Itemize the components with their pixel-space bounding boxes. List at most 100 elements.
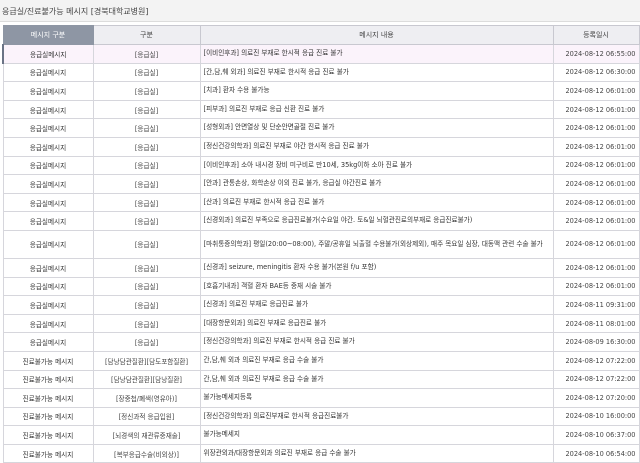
message-content-cell: 간,담,췌 외과 의료진 부재로 응급 수술 불가 [199, 350, 554, 371]
registered-at-cell: 2024-08-12 06:01:00 [552, 136, 640, 157]
message-content-cell: [치과] 환자 수용 불가능 [199, 81, 554, 101]
column-header-message-type[interactable]: 메시지 구분 [2, 25, 94, 45]
table-row[interactable]: 응급실메시지 [응급실] [대장항문외과] 의료진 부재로 응급진료 불가 2024-… [2, 313, 640, 334]
table-row[interactable]: 응급실메시지 [응급실] [호흡기내과] 객혈 환자 BAE등 중재 시술 불가 20… [2, 276, 640, 297]
message-type-cell: 응급실메시지 [2, 192, 94, 213]
registered-at-cell: 2024-08-09 16:30:00 [552, 332, 640, 352]
category-cell: [응급실] [92, 99, 201, 120]
registered-at-cell: 2024-08-12 06:55:00 [552, 44, 640, 64]
message-content-cell: 불가능메세지등록 [199, 388, 554, 408]
category-cell: [응급실] [92, 136, 201, 157]
message-type-cell: 응급실메시지 [2, 62, 94, 83]
registered-at-cell: 2024-08-12 06:01:00 [552, 81, 640, 101]
table-row[interactable]: 응급실메시지 [응급실] [정신건강의학과] 의료진 부재로 야간 한시적 응급 진… [2, 136, 640, 157]
message-type-cell: 응급실메시지 [2, 229, 94, 259]
message-table: 메시지 구분 구분 메시지 내용 등록일시 응급실메시지 [응급실] [이비인후과]… [2, 25, 640, 463]
table-row[interactable]: 응급실메시지 [응급실] [신경외과] 의료진 부족으로 응급진료불가(수요일 야간… [2, 211, 640, 231]
table-row[interactable]: 진료불가능 메시지 [담낭담관질환][담낭질환] 간,담,췌 외과 의료진 부재로 … [2, 369, 640, 390]
table-row[interactable]: 진료불가능 메시지 [정신과적 응급입원] [정신건강의학과] 의료진부재로 한시적… [2, 406, 640, 427]
registered-at-cell: 2024-08-12 06:01:00 [552, 155, 640, 176]
table-row[interactable]: 응급실메시지 [응급실] [이비인후과] 의료진 부재로 한시적 응급 진료 불가 2… [2, 44, 640, 64]
category-cell: [응급실] [92, 276, 201, 297]
registered-at-cell: 2024-08-12 06:30:00 [552, 62, 640, 83]
message-type-cell: 응급실메시지 [2, 44, 94, 64]
category-cell: [담낭담관질환][담낭질환] [92, 369, 201, 390]
table-row[interactable]: 응급실메시지 [응급실] [치과] 환자 수용 불가능 2024-08-12 06:0… [2, 81, 640, 101]
message-type-cell: 응급실메시지 [2, 257, 94, 278]
table-row[interactable]: 응급실메시지 [응급실] [간,담,췌 외과] 의료진 부재로 한시적 응급 진료 … [2, 62, 640, 83]
message-type-cell: 응급실메시지 [2, 276, 94, 297]
message-type-cell: 진료불가능 메시지 [2, 443, 94, 463]
message-type-cell: 응급실메시지 [2, 136, 94, 157]
message-content-cell: [대장항문외과] 의료진 부재로 응급진료 불가 [199, 313, 554, 334]
table-row[interactable]: 응급실메시지 [응급실] [정신건강의학과] 의료진 부재로 한시적 응급 진료 불… [2, 332, 640, 352]
message-content-cell: [안과] 관통손상, 화학손상 이외 진료 불가, 응급실 야간진료 불가 [199, 174, 554, 194]
table-row[interactable]: 진료불가능 메시지 [담낭담관질환][담도포함질환] 간,담,췌 외과 의료진 부재… [2, 350, 640, 371]
message-content-cell: [간,담,췌 외과] 의료진 부재로 한시적 응급 진료 불가 [199, 62, 554, 83]
registered-at-cell: 2024-08-10 06:54:00 [552, 443, 640, 463]
category-cell: [응급실] [92, 174, 201, 194]
message-content-cell: [피부과] 의료진 부재로 응급 신환 진료 불가 [199, 99, 554, 120]
message-content-cell: [정신건강의학과] 의료진 부재로 한시적 응급 진료 불가 [199, 332, 554, 352]
message-content-cell: [이비인후과] 소아 내시경 장비 미구비로 만10세, 35kg이하 소아 진… [199, 155, 554, 176]
message-type-cell: 응급실메시지 [2, 211, 94, 231]
table-header: 메시지 구분 구분 메시지 내용 등록일시 [2, 25, 640, 45]
category-cell: [응급실] [92, 229, 201, 259]
category-cell: [응급실] [92, 211, 201, 231]
registered-at-cell: 2024-08-12 06:01:00 [552, 174, 640, 194]
message-content-cell: [정신건강의학과] 의료진 부재로 야간 한시적 응급 진료 불가 [199, 136, 554, 157]
table-row[interactable]: 응급실메시지 [응급실] [피부과] 의료진 부재로 응급 신환 진료 불가 2024… [2, 99, 640, 120]
registered-at-cell: 2024-08-12 06:01:00 [552, 276, 640, 297]
registered-at-cell: 2024-08-12 07:22:00 [552, 350, 640, 371]
category-cell: [정신과적 응급입원] [92, 406, 201, 427]
category-cell: [응급실] [92, 332, 201, 352]
category-cell: [응급실] [92, 118, 201, 138]
column-header-category[interactable]: 구분 [92, 25, 201, 45]
message-content-cell: 위장관외과/대장항문외과 의료진 부재로 응급 수술 불가 [199, 443, 554, 463]
table-row[interactable]: 응급실메시지 [응급실] [산과] 의료진 부재로 한시적 응급 진료 불가 2024… [2, 192, 640, 213]
message-type-cell: 응급실메시지 [2, 118, 94, 138]
message-type-cell: 응급실메시지 [2, 99, 94, 120]
registered-at-cell: 2024-08-12 07:22:00 [552, 369, 640, 390]
column-header-registered-at[interactable]: 등록일시 [552, 25, 640, 45]
message-type-cell: 응급실메시지 [2, 81, 94, 101]
table-row[interactable]: 진료불가능 메시지 [장중첩/폐색(영유아)] 불가능메세지등록 2024-08-12… [2, 388, 640, 408]
table-row[interactable]: 응급실메시지 [응급실] [이비인후과] 소아 내시경 장비 미구비로 만10세, … [2, 155, 640, 176]
message-type-cell: 응급실메시지 [2, 332, 94, 352]
registered-at-cell: 2024-08-12 07:20:00 [552, 388, 640, 408]
category-cell: [담낭담관질환][담도포함질환] [92, 350, 201, 371]
registered-at-cell: 2024-08-12 06:01:00 [552, 211, 640, 231]
page-title: 응급실/진료불가능 메시지 [경북대학교병원] [0, 0, 640, 22]
registered-at-cell: 2024-08-12 06:01:00 [552, 192, 640, 213]
registered-at-cell: 2024-08-12 06:01:00 [552, 229, 640, 259]
table-row[interactable]: 응급실메시지 [응급실] [신경과] seizure, meningitis 환자 … [2, 257, 640, 278]
category-cell: [뇌경색의 재관류중재술] [92, 425, 201, 445]
message-content-cell: [신경과] seizure, meningitis 환자 수용 불가(본원 f/… [199, 257, 554, 278]
registered-at-cell: 2024-08-11 08:01:00 [552, 313, 640, 334]
message-content-cell: 불가능메세지 [199, 425, 554, 445]
registered-at-cell: 2024-08-12 06:01:00 [552, 99, 640, 120]
message-content-cell: 간,담,췌 외과 의료진 부재로 응급 수술 불가 [199, 369, 554, 390]
message-type-cell: 응급실메시지 [2, 295, 94, 315]
category-cell: [응급실] [92, 62, 201, 83]
message-content-cell: [신경외과] 의료진 부족으로 응급진료불가(수요일 야간. 토&일 뇌혈관진료… [199, 211, 554, 231]
table-body: 응급실메시지 [응급실] [이비인후과] 의료진 부재로 한시적 응급 진료 불가 2… [2, 44, 640, 463]
message-content-cell: [호흡기내과] 객혈 환자 BAE등 중재 시술 불가 [199, 276, 554, 297]
category-cell: [응급실] [92, 44, 201, 64]
category-cell: [응급실] [92, 81, 201, 101]
column-header-message-content[interactable]: 메시지 내용 [199, 25, 554, 45]
table-row[interactable]: 응급실메시지 [응급실] [신경과] 의료진 부재로 응급진료 불가 2024-08-… [2, 295, 640, 315]
message-type-cell: 진료불가능 메시지 [2, 388, 94, 408]
message-type-cell: 진료불가능 메시지 [2, 369, 94, 390]
table-row[interactable]: 응급실메시지 [응급실] [성형외과] 안면열상 및 단순안면골절 진료 불가 202… [2, 118, 640, 138]
message-type-cell: 응급실메시지 [2, 313, 94, 334]
category-cell: [복부응급수술(비외상)] [92, 443, 201, 463]
table-row[interactable]: 진료불가능 메시지 [뇌경색의 재관류중재술] 불가능메세지 2024-08-10 0… [2, 425, 640, 445]
table-row[interactable]: 진료불가능 메시지 [복부응급수술(비외상)] 위장관외과/대장항문외과 의료진 부… [2, 443, 640, 463]
category-cell: [응급실] [92, 295, 201, 315]
message-content-cell: [이비인후과] 의료진 부재로 한시적 응급 진료 불가 [199, 44, 554, 64]
message-content-cell: [신경과] 의료진 부재로 응급진료 불가 [199, 295, 554, 315]
table-row[interactable]: 응급실메시지 [응급실] [마취통증의학과] 평일(20:00~08:00), 주말… [2, 229, 640, 259]
table-row[interactable]: 응급실메시지 [응급실] [안과] 관통손상, 화학손상 이외 진료 불가, 응급실… [2, 174, 640, 194]
message-type-cell: 응급실메시지 [2, 155, 94, 176]
